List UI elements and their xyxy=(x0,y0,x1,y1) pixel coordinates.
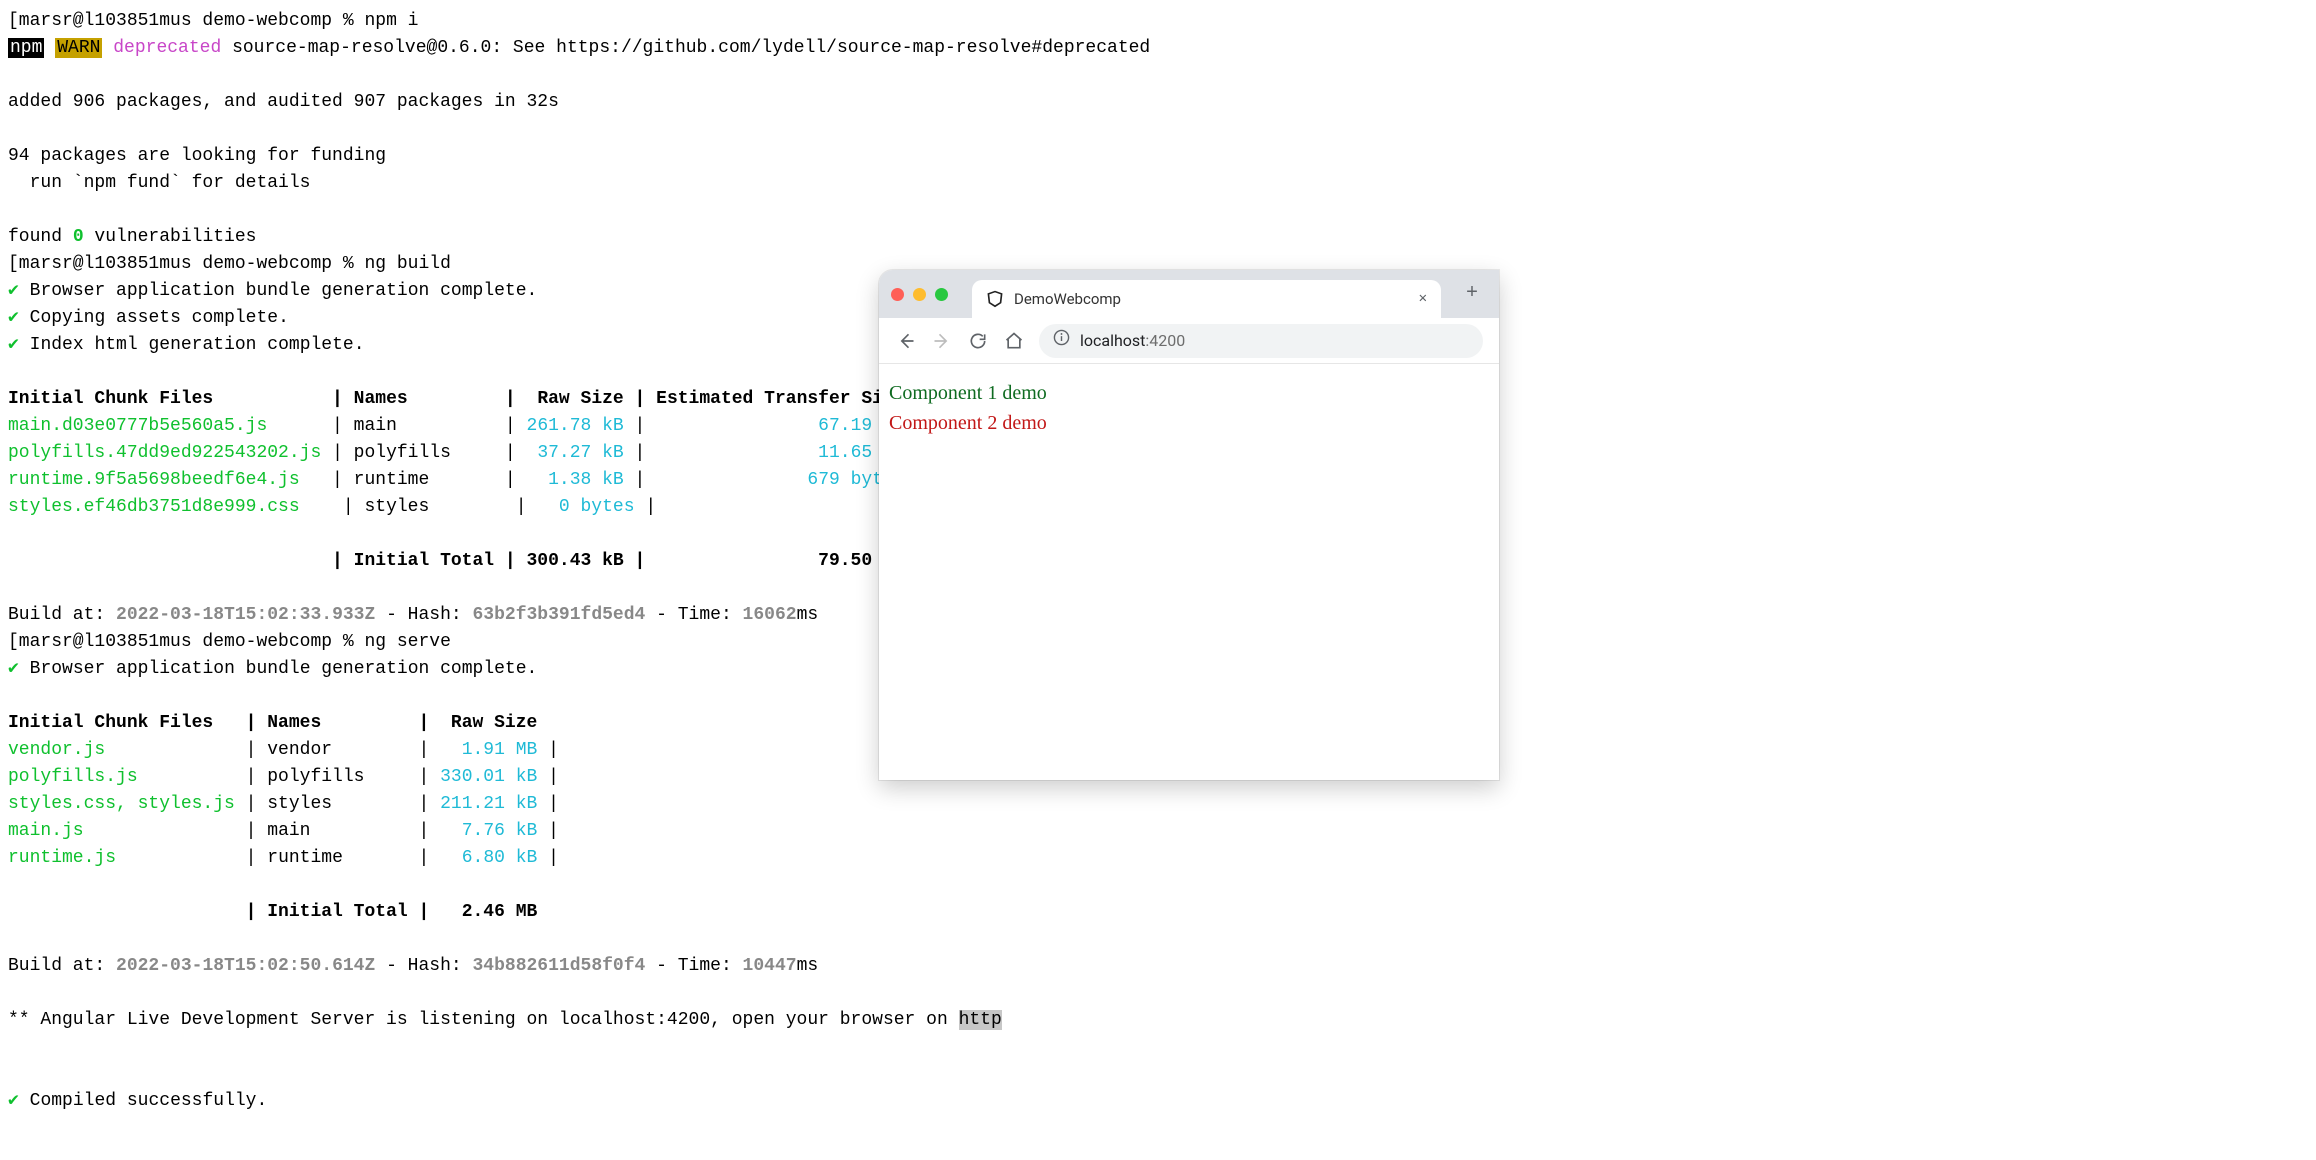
arrow-right-icon xyxy=(932,331,952,351)
forward-button[interactable] xyxy=(931,330,953,352)
build2-row: styles.css, styles.js | styles | 211.21 … xyxy=(8,794,570,814)
close-window-button[interactable] xyxy=(891,288,904,301)
build2-at-line: Build at: 2022-03-18T15:02:50.614Z - Has… xyxy=(8,956,818,976)
minimize-window-button[interactable] xyxy=(913,288,926,301)
build1-row: polyfills.47dd9ed922543202.js | polyfill… xyxy=(8,443,905,463)
angular-icon xyxy=(986,290,1004,308)
vulnerabilities-line: found 0 vulnerabilities xyxy=(8,227,256,247)
compiled-line: ✔ Compiled successfully. xyxy=(8,1091,267,1111)
bundle-complete-line: ✔ Browser application bundle generation … xyxy=(8,281,537,301)
close-tab-button[interactable]: ✕ xyxy=(1419,289,1427,310)
check-icon: ✔ xyxy=(8,308,19,328)
added-packages-line: added 906 packages, and audited 907 pack… xyxy=(8,92,559,112)
build2-row: polyfills.js | polyfills | 330.01 kB | xyxy=(8,767,570,787)
back-button[interactable] xyxy=(895,330,917,352)
build2-row: main.js | main | 7.76 kB | xyxy=(8,821,570,841)
live-server-line: ** Angular Live Development Server is li… xyxy=(8,1010,1002,1030)
check-icon: ✔ xyxy=(8,659,19,679)
prompt-line-2: [marsr@l103851mus demo-webcomp % ng buil… xyxy=(8,254,451,274)
component-2-text: Component 2 demo xyxy=(889,408,1489,438)
reload-button[interactable] xyxy=(967,330,989,352)
npm-warn-line: npm WARN deprecated source-map-resolve@0… xyxy=(8,38,1150,58)
browser-tab[interactable]: DemoWebcomp ✕ xyxy=(972,280,1441,318)
funding-line-1: 94 packages are looking for funding xyxy=(8,146,386,166)
component-1-text: Component 1 demo xyxy=(889,378,1489,408)
address-bar[interactable]: localhost:4200 xyxy=(1039,324,1483,358)
new-tab-button[interactable]: + xyxy=(1457,279,1487,309)
browser-window: DemoWebcomp ✕ + localhost:4200 Component… xyxy=(879,270,1499,780)
arrow-left-icon xyxy=(896,331,916,351)
window-controls xyxy=(891,288,948,301)
npm-tag: npm xyxy=(8,38,44,58)
build2-row: vendor.js | vendor | 1.91 MB | xyxy=(8,740,570,760)
funding-line-2: run `npm fund` for details xyxy=(8,173,310,193)
maximize-window-button[interactable] xyxy=(935,288,948,301)
warn-tag: WARN xyxy=(55,38,102,58)
build2-header: Initial Chunk Files | Names | Raw Size xyxy=(8,713,537,733)
build2-row: runtime.js | runtime | 6.80 kB | xyxy=(8,848,570,868)
reload-icon xyxy=(968,331,988,351)
browser-toolbar: localhost:4200 xyxy=(879,318,1499,364)
check-icon: ✔ xyxy=(8,335,19,355)
browser-viewport: Component 1 demo Component 2 demo xyxy=(879,364,1499,452)
browser-tabbar: DemoWebcomp ✕ + xyxy=(879,270,1499,318)
home-button[interactable] xyxy=(1003,330,1025,352)
build2-total: | Initial Total | 2.46 MB xyxy=(8,902,537,922)
build1-row: main.d03e0777b5e560a5.js | main | 261.78… xyxy=(8,416,905,436)
bundle-complete-line-2: ✔ Browser application bundle generation … xyxy=(8,659,537,679)
build1-total: | Initial Total | 300.43 kB | 79.50 kB xyxy=(8,551,905,571)
home-icon xyxy=(1004,331,1024,351)
prompt-line-3: [marsr@l103851mus demo-webcomp % ng serv… xyxy=(8,632,451,652)
check-icon: ✔ xyxy=(8,1091,19,1111)
build1-header: Initial Chunk Files | Names | Raw Size |… xyxy=(8,389,905,409)
assets-complete-line: ✔ Copying assets complete. xyxy=(8,308,289,328)
tab-title: DemoWebcomp xyxy=(1014,288,1409,311)
index-complete-line: ✔ Index html generation complete. xyxy=(8,335,365,355)
check-icon: ✔ xyxy=(8,281,19,301)
build1-row: runtime.9f5a5698beedf6e4.js | runtime | … xyxy=(8,470,905,490)
info-icon xyxy=(1053,329,1070,353)
deprecated-tag: deprecated xyxy=(113,38,221,58)
build1-at-line: Build at: 2022-03-18T15:02:33.933Z - Has… xyxy=(8,605,818,625)
url-text: localhost:4200 xyxy=(1080,329,1185,353)
prompt-line-1: [marsr@l103851mus demo-webcomp % npm i xyxy=(8,11,418,31)
build1-row: styles.ef46db3751d8e999.css | styles | 0… xyxy=(8,497,915,517)
